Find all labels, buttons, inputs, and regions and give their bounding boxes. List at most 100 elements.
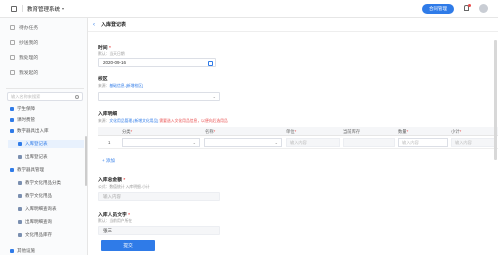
chevron-down-icon: ⌄ <box>192 140 196 145</box>
menu-icon <box>10 249 14 253</box>
column-label: 名称 <box>205 128 214 134</box>
name-select[interactable]: ⌄ <box>204 138 282 147</box>
sidebar-item-label: 我发起的 <box>19 70 39 76</box>
sidebar-item-supply-class[interactable]: 教学文化用品分类 <box>18 179 84 187</box>
unit-input[interactable]: 输入内容 <box>286 138 340 147</box>
sidebar-item-inbound-query[interactable]: 入库明细查询表 <box>18 205 84 213</box>
column-label: 小计 <box>451 128 460 134</box>
window-icon[interactable] <box>11 5 17 12</box>
required-mark: * <box>122 178 126 183</box>
required-mark: * <box>406 129 409 134</box>
quantity-input[interactable]: 输入内容 <box>398 138 448 147</box>
notification-dot <box>468 4 471 7</box>
column-label: 数量 <box>398 128 407 134</box>
sidebar-quick-handled[interactable]: 我处理的 <box>10 53 38 61</box>
sidebar-item-label: 待办任务 <box>19 25 39 31</box>
sidebar-search-input[interactable]: 输入名称来搜索 <box>7 92 83 101</box>
label-text: 入库人员文字 <box>98 213 127 218</box>
required-mark: * <box>294 129 297 134</box>
campus-select[interactable]: ⌄ <box>98 92 220 101</box>
sidebar-item-equipment[interactable]: 教学器具管理 <box>10 166 84 174</box>
sidebar-item-label: 入库登记表 <box>25 141 48 146</box>
total-label: 入库总金额 * <box>98 176 125 183</box>
initiated-icon <box>10 69 15 75</box>
detail-label: 入库明细 <box>98 112 118 117</box>
sidebar-item-fees[interactable]: 课时费管 <box>10 116 84 124</box>
sidebar-item-outbound-query[interactable]: 出库明细查询 <box>18 218 84 226</box>
submit-button[interactable]: 提交 <box>101 240 155 251</box>
table-header: 分类 * 名称 * 单位 * 当前库存 数量 * 小计 * <box>98 127 498 136</box>
add-row-button[interactable]: + 添加 <box>102 158 115 164</box>
stock-input[interactable] <box>343 138 395 147</box>
menu-icon <box>10 168 14 172</box>
total-amount-field[interactable]: 输入内容 <box>98 192 220 201</box>
date-value: 2020-09-16 <box>103 60 127 65</box>
sidebar-scrollbar[interactable] <box>85 136 87 186</box>
subtotal-input[interactable]: 输入内容 <box>451 138 497 147</box>
document-icon <box>18 233 22 237</box>
operator-hint: 默认：当前用户所在 <box>98 219 133 223</box>
main-content: ‹ 入库登记表 时间 * 默认：当天日期 2020-09-16 校区 来源：基础… <box>88 18 498 255</box>
chevron-down-icon[interactable]: ▾ <box>62 6 64 11</box>
sidebar-item-other[interactable]: 其他设施 <box>10 247 84 255</box>
required-mark: * <box>130 129 133 134</box>
chevron-down-icon: ⌄ <box>274 140 278 145</box>
sidebar-item-student[interactable]: 学生保障 <box>10 105 84 113</box>
main-scrollbar[interactable] <box>494 40 497 160</box>
column-label: 单位 <box>286 128 295 134</box>
admin-button[interactable]: 合同管理 <box>422 4 454 14</box>
sidebar-item-label: 入库明细查询表 <box>25 206 57 211</box>
sidebar-item-label: 抄送我的 <box>19 40 39 46</box>
operator-label: 入库人员文字 * <box>98 211 130 218</box>
back-arrow-icon[interactable]: ‹ <box>93 22 95 28</box>
sidebar-item-outbound[interactable]: 出库登记表 <box>18 153 84 161</box>
sidebar-item-inbound[interactable]: 入库登记表 <box>8 140 84 148</box>
time-hint: 默认：当天日期 <box>98 52 125 56</box>
table-row: 1 ⌄ ⌄ 输入内容 输入内容 输入内容 <box>98 136 498 149</box>
sidebar-item-inout[interactable]: 数字器具出入库 <box>10 127 84 135</box>
avatar[interactable] <box>479 4 488 13</box>
campus-source-link[interactable]: 基础信息-[新增校区] <box>109 84 143 88</box>
hint-prefix: 来源： <box>98 84 110 88</box>
task-icon <box>10 24 15 30</box>
search-placeholder: 输入名称来搜索 <box>11 93 41 99</box>
column-header-classify: 分类 * <box>122 127 132 136</box>
sidebar-item-label: 课时费管 <box>17 117 35 122</box>
required-mark: * <box>459 129 462 134</box>
row-index: 1 <box>108 140 111 145</box>
sidebar-quick-cc[interactable]: 抄送我的 <box>10 38 38 46</box>
sidebar-item-label: 数字器具出入库 <box>17 128 49 133</box>
document-icon <box>18 155 22 159</box>
cc-icon <box>10 39 15 45</box>
sidebar-item-label: 我处理的 <box>19 55 39 61</box>
divider <box>22 5 23 12</box>
detail-source-link[interactable]: 文化用品管理-[新增文化用品] <box>109 119 158 123</box>
calendar-icon[interactable] <box>208 60 213 66</box>
search-icon[interactable] <box>75 95 79 99</box>
page-header: ‹ 入库登记表 <box>88 18 498 32</box>
operator-field[interactable]: 张三 <box>98 226 220 235</box>
column-header-subtotal: 小计 * <box>451 127 461 136</box>
sidebar-item-label: 学生保障 <box>17 106 35 111</box>
document-icon <box>18 220 22 224</box>
hint-prefix: 来源： <box>98 119 110 123</box>
date-field[interactable]: 2020-09-16 <box>98 58 216 67</box>
menu-icon <box>10 129 14 133</box>
sidebar-item-label: 教学文化用品分类 <box>25 180 61 185</box>
sidebar-item-stock[interactable]: 文化用品库存 <box>18 231 84 239</box>
column-header-name: 名称 * <box>205 127 215 136</box>
sidebar: 待办任务 抄送我的 我处理的 我发起的 输入名称来搜索 学生保障 课时费管 数字… <box>0 18 88 255</box>
sidebar-item-label: 出库登记表 <box>25 154 48 159</box>
sidebar-quick-initiated[interactable]: 我发起的 <box>10 68 38 76</box>
classify-select[interactable]: ⌄ <box>122 138 200 147</box>
column-header-quantity: 数量 * <box>398 127 408 136</box>
divider <box>6 88 84 89</box>
sidebar-quick-todo[interactable]: 待办任务 <box>10 23 38 31</box>
sidebar-item-label: 教学文化用品 <box>25 193 52 198</box>
sidebar-item-supplies[interactable]: 教学文化用品 <box>18 192 84 200</box>
page-title: 入库登记表 <box>101 22 127 28</box>
detail-warning: 需要选入文化用品信息，以便向后选用品 <box>159 119 228 123</box>
menu-icon <box>10 107 14 111</box>
sidebar-item-label: 其他设施 <box>17 248 35 253</box>
app-title[interactable]: 教育管理系统 <box>27 5 60 13</box>
